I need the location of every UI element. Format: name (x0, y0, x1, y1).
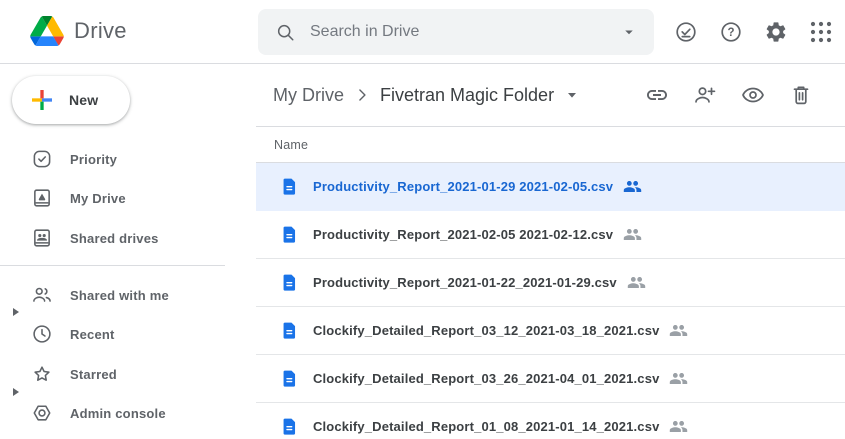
folder-toolbar (621, 83, 813, 107)
help-icon[interactable]: ? (719, 20, 743, 44)
priority-icon (31, 148, 53, 170)
offline-status-icon[interactable] (674, 20, 698, 44)
sidebar-item-label: Shared with me (70, 288, 169, 303)
new-button-label: New (69, 92, 98, 108)
sidebar-item-label: Starred (70, 367, 117, 382)
column-header-label: Name (274, 138, 308, 152)
preview-eye-icon[interactable] (741, 83, 765, 107)
file-browser: My Drive Fivetran Magic Folder (256, 64, 845, 439)
file-row[interactable]: Clockify_Detailed_Report_03_26_2021-04_0… (256, 355, 845, 403)
csv-file-icon (280, 271, 299, 294)
search-input[interactable] (310, 23, 620, 41)
sidebar-item-priority[interactable]: Priority (0, 139, 256, 179)
shared-people-icon (623, 177, 642, 196)
my-drive-icon (31, 187, 53, 209)
shared-drives-icon (31, 227, 53, 249)
file-name: Productivity_Report_2021-02-05 2021-02-1… (313, 227, 613, 242)
get-link-icon[interactable] (645, 83, 669, 107)
sidebar-item-my-drive[interactable]: My Drive (0, 178, 256, 218)
shared-with-me-icon (31, 284, 53, 306)
top-bar: Drive ? (0, 0, 845, 64)
sidebar-item-label: Priority (70, 152, 117, 167)
csv-file-icon (280, 367, 299, 390)
search-icon (275, 22, 296, 43)
file-row[interactable]: Productivity_Report_2021-02-05 2021-02-1… (256, 211, 845, 259)
admin-console-icon (31, 402, 53, 424)
file-name: Productivity_Report_2021-01-22_2021-01-2… (313, 275, 617, 290)
shared-people-icon (669, 369, 688, 388)
new-button[interactable]: New (12, 76, 130, 124)
sidebar-divider (0, 265, 225, 266)
file-row[interactable]: Clockify_Detailed_Report_01_08_2021-01_1… (256, 403, 845, 439)
file-row[interactable]: Productivity_Report_2021-01-22_2021-01-2… (256, 259, 845, 307)
chevron-right-icon (352, 85, 372, 105)
file-name: Clockify_Detailed_Report_01_08_2021-01_1… (313, 419, 659, 434)
file-name: Clockify_Detailed_Report_03_26_2021-04_0… (313, 371, 659, 386)
csv-file-icon (280, 175, 299, 198)
csv-file-icon (280, 223, 299, 246)
shared-people-icon (669, 417, 688, 436)
file-name: Productivity_Report_2021-01-29 2021-02-0… (313, 179, 613, 194)
file-name: Clockify_Detailed_Report_03_12_2021-03_1… (313, 323, 659, 338)
svg-text:?: ? (727, 27, 734, 39)
breadcrumb-bar: My Drive Fivetran Magic Folder (256, 64, 845, 127)
search-bar[interactable] (258, 9, 654, 55)
sidebar: New Priority My Drive (0, 64, 256, 439)
breadcrumb: My Drive Fivetran Magic Folder (273, 64, 580, 126)
breadcrumb-my-drive[interactable]: My Drive (273, 85, 344, 106)
file-row[interactable]: Clockify_Detailed_Report_03_12_2021-03_1… (256, 307, 845, 355)
file-list: Productivity_Report_2021-01-29 2021-02-0… (256, 163, 845, 439)
sidebar-item-label: Admin console (70, 406, 166, 421)
starred-star-icon (31, 363, 53, 385)
delete-trash-icon[interactable] (789, 83, 813, 107)
sidebar-item-recent[interactable]: Recent (0, 314, 256, 354)
breadcrumb-current-folder[interactable]: Fivetran Magic Folder (380, 85, 554, 106)
sidebar-item-shared-with-me[interactable]: Shared with me (0, 275, 256, 315)
app-title: Drive (74, 18, 127, 44)
recent-clock-icon (31, 323, 53, 345)
sidebar-item-label: Shared drives (70, 231, 159, 246)
shared-people-icon (623, 225, 642, 244)
new-plus-icon (27, 85, 57, 115)
column-header-name[interactable]: Name (256, 127, 845, 163)
shared-people-icon (627, 273, 646, 292)
google-drive-app: Drive ? (0, 0, 845, 439)
add-person-icon[interactable] (693, 83, 717, 107)
sidebar-item-label: My Drive (70, 191, 126, 206)
folder-menu-caret-icon[interactable] (564, 87, 580, 103)
search-options-caret-icon[interactable] (620, 23, 638, 41)
csv-file-icon (280, 319, 299, 342)
sidebar-item-shared-drives[interactable]: Shared drives (0, 218, 256, 258)
drive-logo-area[interactable]: Drive (30, 16, 127, 46)
drive-logo-icon (30, 16, 64, 46)
sidebar-item-admin-console[interactable]: Admin console (0, 393, 256, 433)
sidebar-item-starred[interactable]: Starred (0, 354, 256, 394)
csv-file-icon (280, 415, 299, 438)
google-apps-grid-icon[interactable] (809, 20, 833, 44)
topbar-actions: ? (653, 20, 833, 44)
shared-people-icon (669, 321, 688, 340)
sidebar-item-label: Recent (70, 327, 115, 342)
settings-gear-icon[interactable] (764, 20, 788, 44)
file-row[interactable]: Productivity_Report_2021-01-29 2021-02-0… (256, 163, 845, 211)
